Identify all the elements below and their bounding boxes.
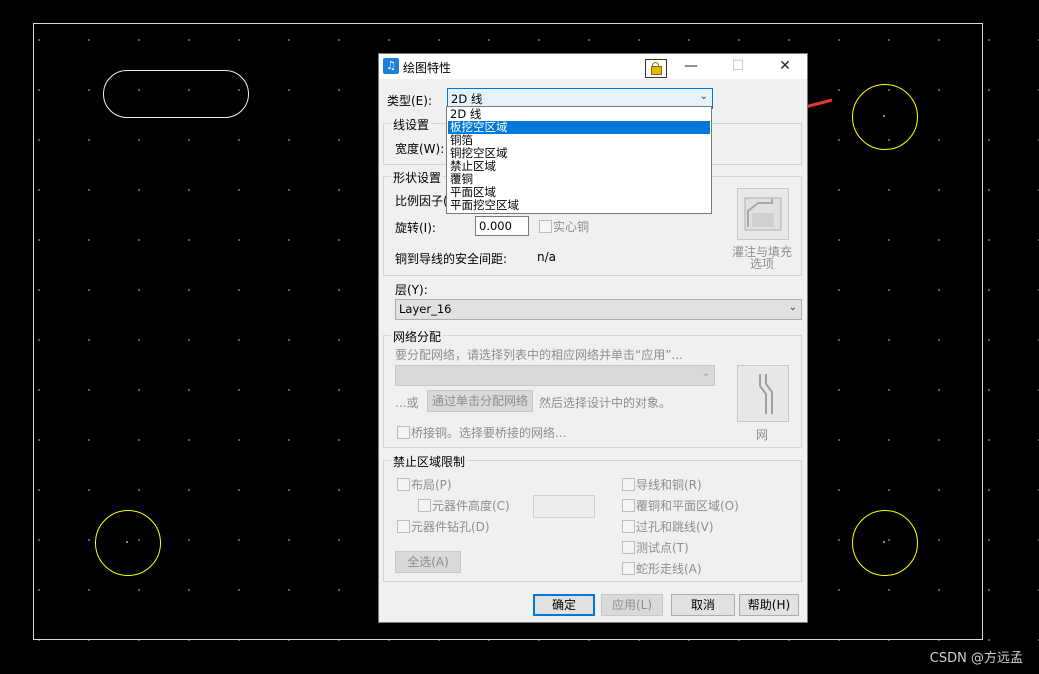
net-select[interactable]: ⌄ — [395, 365, 715, 386]
keepout-restrictions-title: 禁止区域限制 — [391, 453, 468, 470]
type-option-plane-cutout[interactable]: 平面挖空区域 — [448, 199, 710, 212]
mounting-hole-top-right[interactable] — [852, 84, 918, 150]
watermark: CSDN @方远孟 — [929, 651, 1023, 666]
restriction-checkbox-component-height[interactable] — [418, 499, 431, 512]
assign-net-by-click-button[interactable]: 通过单击分配网络 — [427, 390, 533, 412]
net-trace-icon — [759, 374, 773, 414]
pour-fill-icon — [744, 197, 782, 231]
pour-fill-options-label: 灌注与填充 选项 — [731, 245, 792, 271]
title-bar[interactable]: ♫ 绘图特性 — ☐ ✕ — [379, 54, 807, 79]
maximize-button[interactable]: ☐ — [723, 56, 753, 76]
solid-copper-checkbox[interactable] — [539, 220, 552, 233]
rotate-label: 旋转(I): — [395, 221, 436, 235]
minimize-button[interactable]: — — [676, 56, 706, 76]
shape-settings-title: 形状设置 — [391, 169, 444, 186]
select-all-button[interactable]: 全选(A) — [395, 551, 461, 573]
net-button-label: 网 — [756, 428, 769, 442]
close-button[interactable]: ✕ — [770, 56, 800, 76]
restriction-label-placement: 布局(P) — [411, 478, 452, 492]
lock-icon[interactable] — [645, 59, 667, 78]
layer-select[interactable]: Layer_16 ⌄ — [395, 299, 802, 320]
restriction-checkbox-vias-jumpers[interactable] — [622, 520, 635, 533]
restriction-label-test-points: 测试点(T) — [636, 541, 689, 555]
restriction-label-vias-jumpers: 过孔和跳线(V) — [636, 520, 714, 534]
restriction-checkbox-serpentine[interactable] — [622, 562, 635, 575]
solid-copper-label: 实心铜 — [553, 220, 590, 234]
type-dropdown-list: 2D 线 板挖空区域 铜箔 铜挖空区域 禁止区域 覆铜 平面区域 平面挖空区域 — [446, 106, 712, 214]
restriction-checkbox-pour-plane[interactable] — [622, 499, 635, 512]
type-option-board-cutout[interactable]: 板挖空区域 — [448, 121, 710, 134]
assign-net-after-text: 然后选择设计中的对象。 — [539, 396, 672, 410]
component-height-input[interactable] — [533, 495, 595, 518]
restriction-label-component-height: 元器件高度(C) — [432, 499, 510, 513]
restriction-label-serpentine: 蛇形走线(A) — [636, 562, 702, 576]
restriction-label-component-drill: 元器件钻孔(D) — [411, 520, 490, 534]
restriction-label-traces-copper: 导线和铜(R) — [636, 478, 702, 492]
chevron-down-icon: ⌄ — [701, 368, 710, 379]
type-label: 类型(E): — [387, 94, 432, 108]
restriction-checkbox-placement[interactable] — [397, 478, 410, 491]
mounting-hole-bottom-right[interactable] — [852, 510, 918, 576]
slot-cutout[interactable] — [103, 70, 249, 118]
width-label: 宽度(W): — [395, 142, 445, 156]
apply-button[interactable]: 应用(L) — [601, 594, 663, 616]
clearance-label: 铜到导线的安全间距: — [395, 252, 508, 266]
restriction-checkbox-test-points[interactable] — [622, 541, 635, 554]
line-settings-title: 线设置 — [391, 116, 432, 133]
ok-button[interactable]: 确定 — [533, 594, 595, 616]
net-assignment-title: 网络分配 — [391, 328, 444, 345]
dialog-title: 绘图特性 — [403, 61, 452, 75]
layer-select-value: Layer_16 — [399, 302, 452, 316]
restriction-checkbox-traces-copper[interactable] — [622, 478, 635, 491]
chevron-down-icon: ⌄ — [788, 302, 797, 313]
type-select-value: 2D 线 — [451, 92, 483, 106]
app-icon: ♫ — [383, 58, 399, 74]
bridge-copper-label: 桥接铜。选择要桥接的网络... — [411, 426, 567, 440]
rotate-value: 0.000 — [479, 219, 512, 233]
layer-label: 层(Y): — [395, 283, 428, 297]
or-label: ...或 — [395, 396, 419, 410]
chevron-down-icon: ⌄ — [699, 91, 708, 102]
pour-fill-options-button[interactable] — [737, 188, 789, 240]
cancel-button[interactable]: 取消 — [671, 594, 735, 616]
mounting-hole-bottom-left[interactable] — [95, 510, 161, 576]
scale-factor-label: 比例因子( — [395, 194, 448, 208]
help-button[interactable]: 帮助(H) — [739, 594, 799, 616]
clearance-value: n/a — [537, 250, 557, 264]
restriction-checkbox-component-drill[interactable] — [397, 520, 410, 533]
net-pick-button[interactable] — [737, 365, 789, 422]
net-hint-text: 要分配网络，请选择列表中的相应网络并单击“应用”... — [395, 348, 683, 362]
bridge-copper-checkbox[interactable] — [397, 426, 410, 439]
restriction-label-pour-plane: 覆铜和平面区域(O) — [636, 499, 739, 513]
rotate-input[interactable]: 0.000 — [475, 216, 529, 236]
type-option-keepout[interactable]: 禁止区域 — [448, 160, 710, 173]
